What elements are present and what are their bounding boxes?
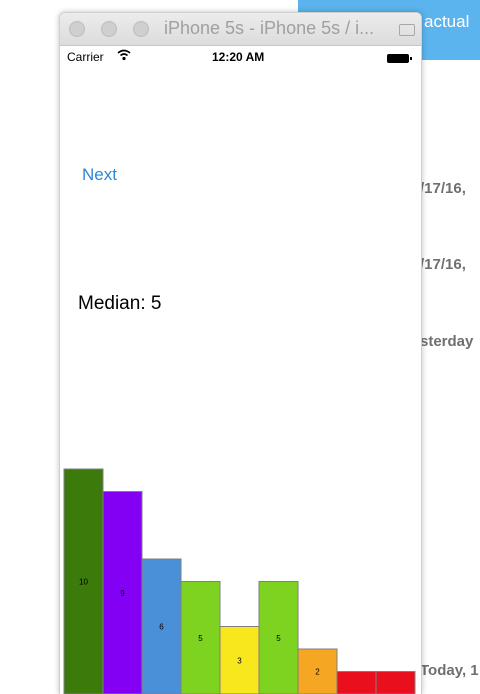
bar-9 [376, 672, 415, 694]
close-window-button[interactable] [69, 21, 85, 37]
background-date-1: /17/16, [420, 180, 466, 197]
minimize-window-button[interactable] [101, 21, 117, 37]
bar-label-4: 5 [198, 634, 203, 643]
background-app-header-text: actual [424, 12, 469, 32]
bar-label-1: 10 [79, 578, 88, 587]
background-date-3: sterday [420, 333, 473, 350]
bar-label-2: 9 [120, 589, 125, 598]
bar-8 [337, 672, 376, 694]
window-toolbar-button[interactable] [399, 24, 415, 36]
background-date-4: Today, 1 [420, 662, 479, 679]
bar-label-3: 6 [159, 623, 164, 632]
bar-label-7: 2 [315, 668, 320, 677]
bar-label-6: 5 [276, 634, 281, 643]
zoom-window-button[interactable] [133, 21, 149, 37]
bar-label-5: 3 [237, 656, 242, 665]
bar-chart: 10 9 6 5 3 5 2 [63, 46, 418, 694]
simulator-window: iPhone 5s - iPhone 5s / i... Carrier 12:… [59, 12, 422, 694]
window-title: iPhone 5s - iPhone 5s / i... [164, 18, 374, 39]
window-titlebar[interactable]: iPhone 5s - iPhone 5s / i... [60, 13, 421, 46]
background-date-2: /17/16, [420, 256, 466, 273]
phone-screen: Carrier 12:20 AM Next Median: 5 10965352 [63, 46, 418, 694]
